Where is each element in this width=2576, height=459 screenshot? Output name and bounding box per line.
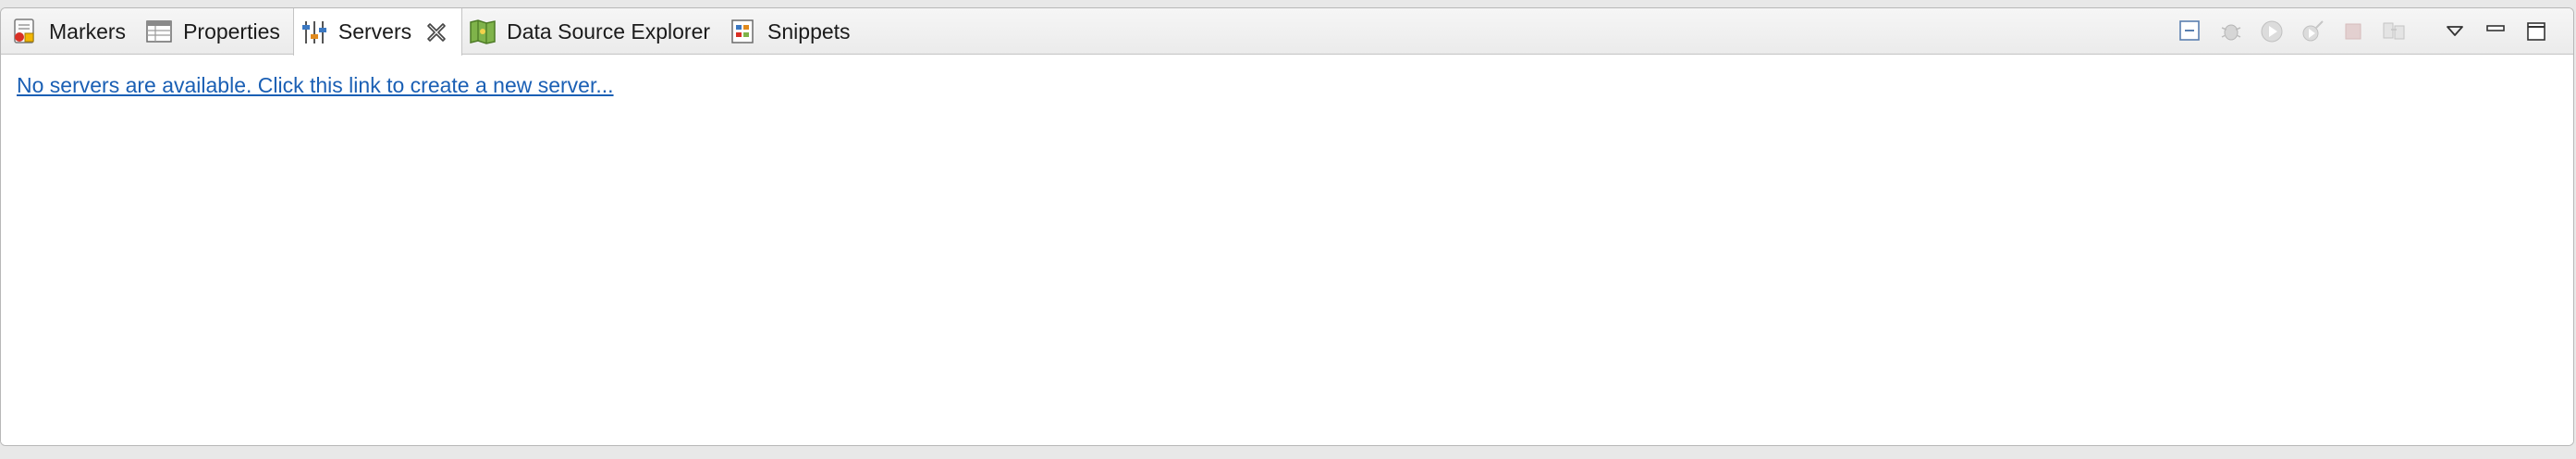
- tab-properties[interactable]: Properties: [139, 8, 293, 55]
- view-tab-bar: Markers Properties Servers Data Source E…: [1, 8, 2573, 56]
- maximize-icon: [2527, 22, 2545, 41]
- tab-data-source-explorer[interactable]: Data Source Explorer: [462, 8, 723, 55]
- tab-label-properties: Properties: [183, 19, 280, 43]
- servers-list-area: No servers are available. Click this lin…: [1, 55, 2573, 445]
- view-menu-button[interactable]: [2440, 17, 2470, 46]
- publish-server-button[interactable]: [2379, 17, 2409, 46]
- tab-label-servers: Servers: [337, 19, 412, 43]
- tab-label-snippets: Snippets: [767, 19, 851, 43]
- markers-icon: [14, 19, 34, 43]
- stop-server-icon: [2345, 23, 2361, 40]
- tab-snippets[interactable]: Snippets: [723, 8, 864, 55]
- data-source-explorer-icon: [470, 19, 496, 44]
- stop-server-button[interactable]: [2338, 17, 2368, 46]
- tab-label-markers: Markers: [49, 19, 127, 43]
- servers-icon: [301, 20, 326, 43]
- tab-label-data-source-explorer: Data Source Explorer: [507, 19, 711, 43]
- debug-server-button[interactable]: [2216, 17, 2246, 46]
- debug-server-icon: [2221, 24, 2241, 41]
- maximize-button[interactable]: [2521, 17, 2551, 46]
- tab-markers[interactable]: Markers: [5, 8, 139, 55]
- start-server-button[interactable]: [2257, 17, 2287, 46]
- start-server-icon: [2261, 20, 2283, 43]
- close-icon[interactable]: [424, 20, 448, 44]
- servers-view-panel: Markers Properties Servers Data Source E…: [0, 7, 2574, 446]
- collapse-all-icon: [2179, 20, 2200, 41]
- create-new-server-link[interactable]: No servers are available. Click this lin…: [17, 73, 614, 98]
- publish-server-icon: [2383, 22, 2405, 40]
- view-toolbar: [2165, 8, 2551, 55]
- snippets-icon: [731, 19, 754, 43]
- minimize-icon: [2486, 25, 2505, 31]
- collapse-all-button[interactable]: [2176, 17, 2205, 46]
- profile-server-icon: [2302, 20, 2324, 42]
- profile-server-button[interactable]: [2298, 17, 2327, 46]
- view-tabs: Markers Properties Servers Data Source E…: [5, 8, 864, 56]
- properties-icon: [146, 20, 172, 43]
- tab-servers[interactable]: Servers: [292, 8, 463, 56]
- view-menu-icon: [2447, 26, 2463, 36]
- minimize-button[interactable]: [2481, 17, 2510, 46]
